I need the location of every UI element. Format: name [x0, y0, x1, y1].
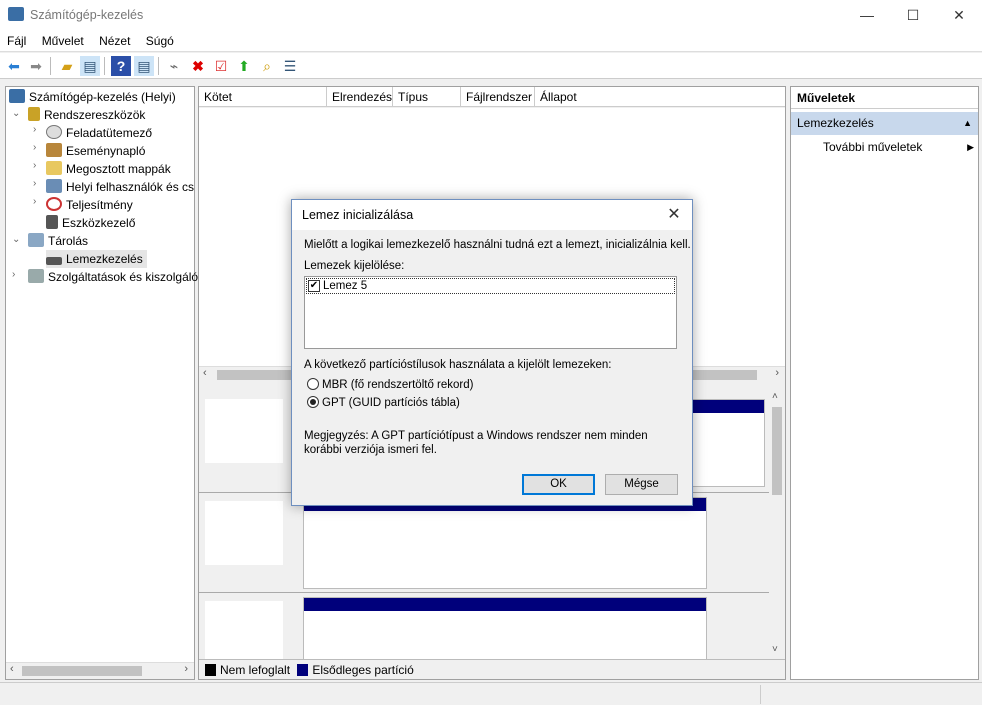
up-folder-icon[interactable]: ▰ — [57, 56, 77, 76]
forward-icon[interactable]: ➡ — [26, 56, 46, 76]
more-actions-item[interactable]: További műveletek ▶ — [823, 138, 978, 156]
import-icon[interactable]: ⬆ — [234, 56, 254, 76]
disk-icon — [46, 257, 62, 265]
column-type[interactable]: Típus — [393, 87, 461, 107]
disk-label — [205, 399, 283, 463]
actions-pane: Műveletek Lemezkezelés ▲ További művelet… — [790, 86, 979, 680]
search-icon[interactable]: ⌕ — [257, 56, 277, 76]
partition-block[interactable] — [303, 497, 707, 589]
column-layout[interactable]: Elrendezés — [327, 87, 393, 107]
dialog-note: Megjegyzés: A GPT partíciótípust a Windo… — [304, 430, 648, 456]
toolbar: ⬅ ➡ ▰ ▤ ? ▤ ⌁ ✖ ☑ ⬆ ⌕ ☰ — [0, 53, 982, 79]
maximize-button[interactable]: ☐ — [890, 0, 936, 30]
menu-file[interactable]: Fájl — [2, 30, 31, 48]
computer-management-icon — [8, 7, 24, 21]
menu-help[interactable]: Súgó — [141, 30, 179, 48]
tree-item-task-scheduler[interactable]: Feladatütemező — [46, 124, 152, 142]
partition-block[interactable] — [303, 597, 707, 663]
menu-bar: Fájl Művelet Nézet Súgó — [0, 30, 982, 52]
clock-icon — [46, 125, 62, 139]
column-status[interactable]: Állapot — [535, 87, 785, 107]
tree-item-storage[interactable]: Tárolás — [28, 232, 88, 250]
volume-list-header: Kötet Elrendezés Típus Fájlrendszer Álla… — [199, 87, 785, 107]
chevron-right-icon[interactable]: › — [12, 269, 22, 280]
disk-view-vertical-scrollbar[interactable]: ˄ ˅ — [769, 389, 785, 659]
close-button[interactable]: ✕ — [936, 0, 982, 30]
column-volume[interactable]: Kötet — [199, 87, 327, 107]
dialog-title: Lemez inicializálása — [292, 200, 692, 230]
tree-item-performance[interactable]: Teljesítmény — [46, 196, 133, 214]
ok-button[interactable]: OK — [522, 474, 595, 495]
initialize-disk-dialog: Lemez inicializálása ✕ Mielőtt a logikai… — [291, 199, 693, 506]
dialog-intro-text: Mielőtt a logikai lemezkezelő használni … — [304, 239, 691, 251]
tree-item-event-viewer[interactable]: Eseménynapló — [46, 142, 145, 160]
tools-icon — [28, 107, 40, 121]
chevron-down-icon[interactable]: ⌄ — [12, 234, 22, 245]
disk-checkbox[interactable]: ✔ — [308, 280, 320, 292]
legend-swatch-primary — [297, 664, 309, 676]
disk-row[interactable] — [199, 593, 769, 663]
title-bar: Számítógép-kezelés — ☐ ✕ — [0, 0, 982, 30]
list-icon[interactable]: ☰ — [280, 56, 300, 76]
users-icon — [46, 179, 62, 193]
show-hide-tree-icon[interactable]: ▤ — [80, 56, 100, 76]
event-log-icon — [46, 143, 62, 157]
disk-label — [205, 501, 283, 565]
column-filesystem[interactable]: Fájlrendszer — [461, 87, 535, 107]
legend-primary-partition: Elsődleges partíció — [312, 663, 414, 677]
chevron-right-icon[interactable]: › — [33, 178, 43, 189]
properties-icon[interactable]: ☑ — [211, 56, 231, 76]
legend-unallocated: Nem lefoglalt — [220, 663, 291, 677]
tree-item-disk-management[interactable]: Lemezkezelés — [46, 250, 147, 268]
mbr-radio[interactable] — [307, 378, 319, 390]
status-bar — [0, 682, 982, 705]
minimize-button[interactable]: — — [844, 0, 890, 30]
partition-style-label: A következő partícióstílusok használata … — [304, 359, 612, 371]
device-manager-icon — [46, 215, 58, 229]
tree-item-system-tools[interactable]: Rendszereszközök — [28, 106, 145, 124]
submenu-arrow-icon: ▶ — [967, 142, 974, 152]
disk-label — [205, 601, 283, 663]
chevron-right-icon[interactable]: › — [33, 196, 43, 207]
chevron-right-icon[interactable]: › — [33, 160, 43, 171]
connect-icon[interactable]: ⌁ — [164, 56, 184, 76]
tree-item-local-users[interactable]: Helyi felhasználók és cs — [46, 178, 194, 196]
back-icon[interactable]: ⬅ — [4, 56, 24, 76]
menu-view[interactable]: Nézet — [94, 30, 135, 48]
gpt-option[interactable]: GPT (GUID partíciós tábla) — [307, 396, 460, 409]
menu-action[interactable]: Művelet — [37, 30, 89, 48]
tree-root[interactable]: Számítógép-kezelés (Helyi) — [9, 88, 176, 106]
disk-row[interactable] — [199, 493, 769, 593]
show-hide-action-icon[interactable]: ▤ — [134, 56, 154, 76]
tree-item-shared-folders[interactable]: Megosztott mappák — [46, 160, 171, 178]
disk-list-item[interactable]: ✔ Lemez 5 — [306, 278, 675, 294]
window-title: Számítógép-kezelés — [30, 8, 144, 22]
actions-header: Műveletek — [791, 87, 978, 109]
legend-swatch-unallocated — [205, 664, 216, 676]
actions-section-disk-management[interactable]: Lemezkezelés ▲ — [791, 112, 978, 135]
cancel-button[interactable]: Mégse — [605, 474, 678, 495]
services-icon — [28, 269, 44, 283]
disk-select-label: Lemezek kijelölése: — [304, 260, 405, 272]
help-icon[interactable]: ? — [111, 56, 131, 76]
chevron-down-icon[interactable]: ⌄ — [12, 108, 22, 119]
legend: Nem lefoglalt Elsődleges partíció — [199, 659, 785, 679]
tree-item-device-manager[interactable]: Eszközkezelő — [46, 214, 135, 232]
tree-horizontal-scrollbar[interactable]: ‹ › — [6, 662, 194, 679]
performance-icon — [46, 197, 62, 211]
chevron-right-icon[interactable]: › — [33, 124, 43, 135]
delete-icon[interactable]: ✖ — [188, 56, 208, 76]
shared-folder-icon — [46, 161, 62, 175]
collapse-up-icon: ▲ — [963, 118, 972, 128]
chevron-right-icon[interactable]: › — [33, 142, 43, 153]
disk-select-list: ✔ Lemez 5 — [304, 276, 677, 349]
dialog-close-button[interactable]: ✕ — [664, 200, 684, 230]
storage-icon — [28, 233, 44, 247]
gpt-radio[interactable] — [307, 396, 319, 408]
tree-item-services[interactable]: Szolgáltatások és kiszolgáló — [28, 268, 198, 286]
mbr-option[interactable]: MBR (fő rendszertöltő rekord) — [307, 378, 473, 391]
navigation-tree: Számítógép-kezelés (Helyi) ⌄ Rendszeresz… — [5, 86, 198, 680]
computer-icon — [9, 89, 25, 103]
